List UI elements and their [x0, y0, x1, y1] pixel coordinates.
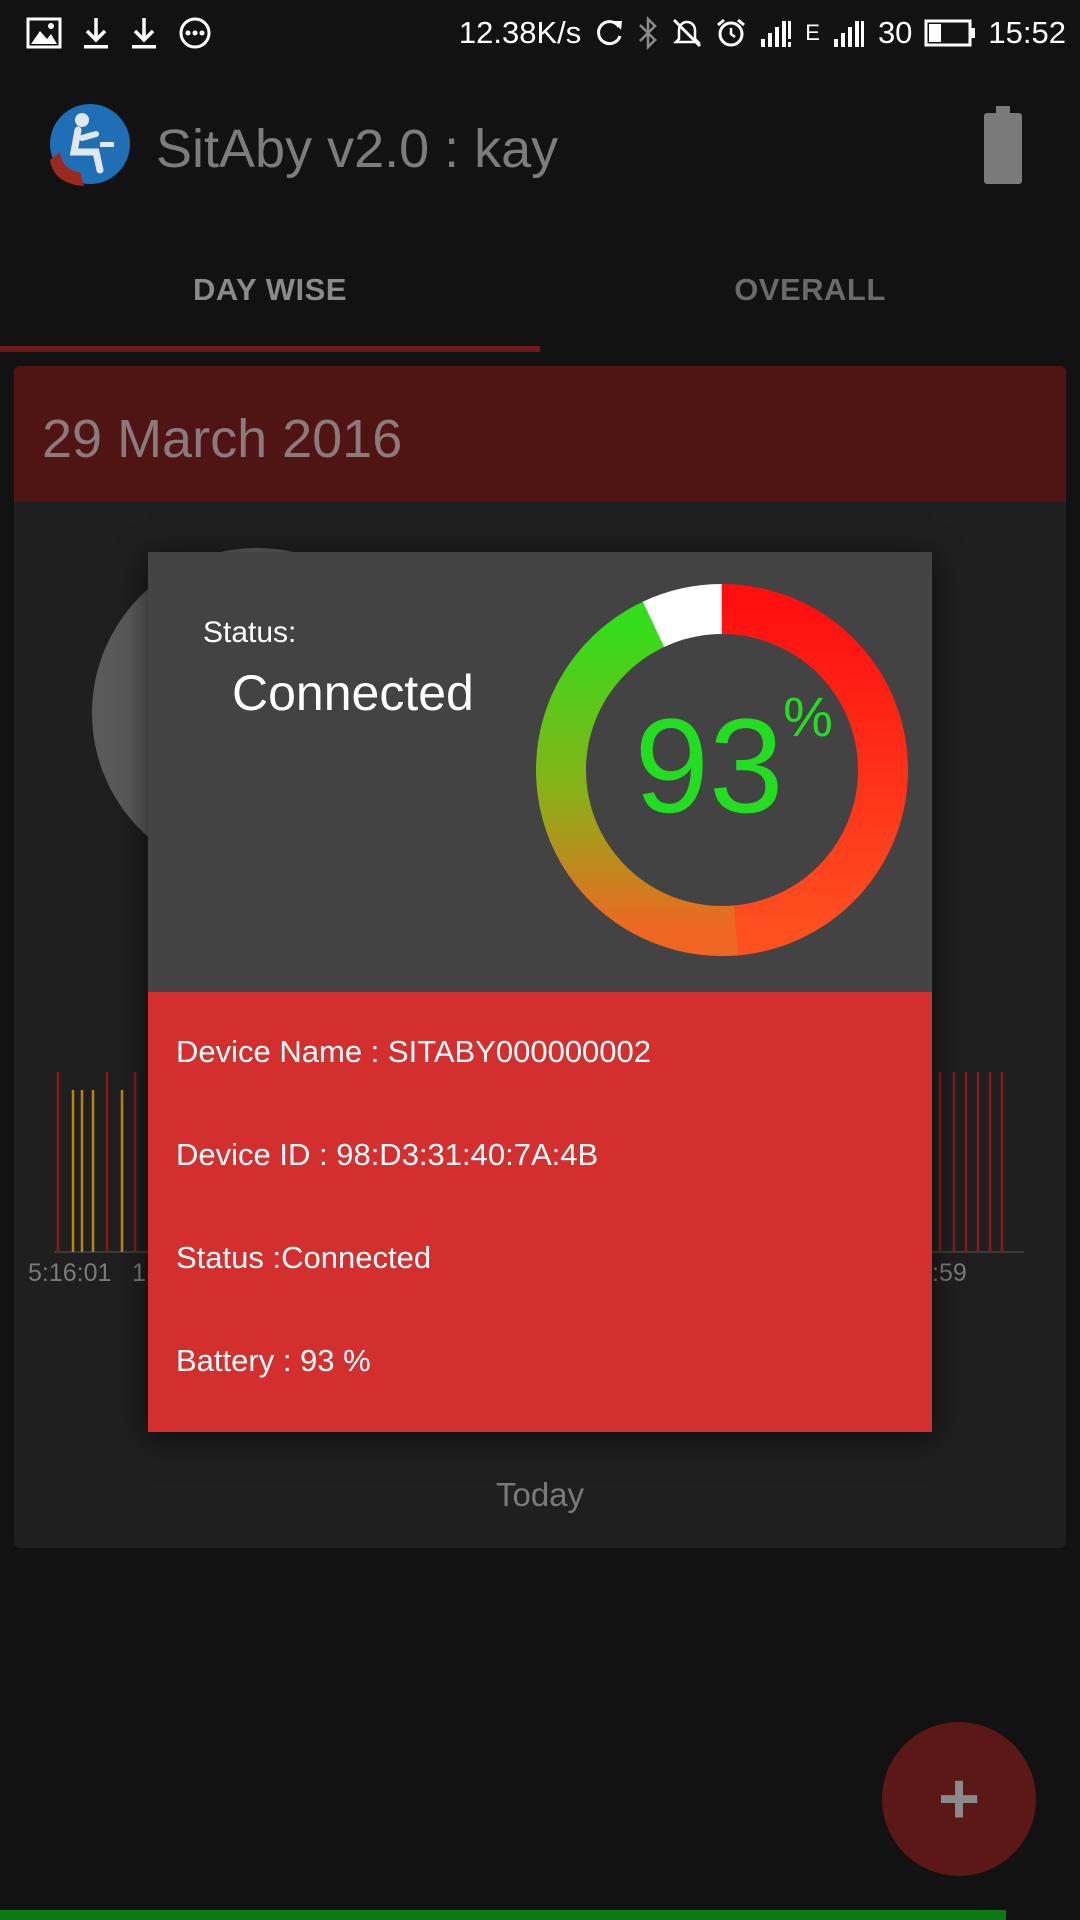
sync-icon [593, 13, 625, 53]
battery-row: Battery : 93 % [176, 1343, 371, 1378]
net-speed: 12.38K/s [458, 15, 582, 50]
battery-percent: 30 [877, 15, 913, 50]
bottom-progress-strip [0, 1910, 1006, 1920]
alarm-icon [715, 13, 747, 53]
signal-icon [832, 13, 866, 53]
dialog-info-section: Device Name : SITABY000000002 Device ID … [148, 992, 932, 1432]
axis-label-end: :59 [932, 1259, 967, 1287]
download-icon [82, 13, 110, 53]
tab-bar: DAY WISE OVERALL [0, 228, 1080, 352]
signal-icon [759, 13, 793, 53]
system-indicators: 12.38K/s E 30 15:52 [459, 13, 1066, 53]
add-button[interactable]: + [882, 1722, 1036, 1876]
device-status-dialog: Status: Connected 93 % Device Name : SIT… [148, 552, 932, 1432]
left-bars [56, 1072, 137, 1252]
tab-indicator [0, 346, 540, 352]
notification-icons [26, 13, 212, 53]
axis-label-start: 5:16:01 [28, 1259, 112, 1287]
battery-gauge: 93 % [536, 584, 908, 956]
mute-icon [671, 13, 703, 53]
status-row: Status :Connected [176, 1240, 432, 1275]
status-bar: 12.38K/s E 30 15:52 [0, 0, 1080, 66]
clock: 15:52 [988, 15, 1066, 50]
network-type: E [805, 20, 820, 45]
axis-label-second: 1 [132, 1259, 146, 1287]
today-label: Today [495, 1476, 585, 1513]
device-id-row: Device ID : 98:D3:31:40:7A:4B [176, 1137, 599, 1172]
status-value: Connected [232, 665, 474, 721]
tab-day-wise[interactable]: DAY WISE [0, 228, 540, 352]
tab-overall[interactable]: OVERALL [540, 228, 1080, 352]
dialog-status-section: Status: Connected 93 % [148, 552, 932, 992]
battery-icon [924, 13, 976, 53]
right-bars [938, 1072, 1004, 1252]
more-icon [178, 13, 212, 53]
app-bar: SitAby v2.0 : kay [0, 66, 1080, 228]
sitting-person-logo [44, 100, 132, 188]
device-name-row: Device Name : SITABY000000002 [176, 1034, 652, 1069]
image-icon [26, 13, 62, 53]
plus-icon: + [937, 1759, 981, 1839]
download-icon [130, 13, 158, 53]
gauge-arc-remaining [642, 584, 723, 648]
gauge-unit: % [783, 685, 833, 748]
app-title: SitAby v2.0 : kay [156, 119, 559, 179]
status-caption: Status: [203, 616, 297, 649]
battery-icon[interactable] [984, 106, 1022, 189]
gauge-value: 93 [634, 692, 783, 841]
bluetooth-icon [637, 13, 659, 53]
